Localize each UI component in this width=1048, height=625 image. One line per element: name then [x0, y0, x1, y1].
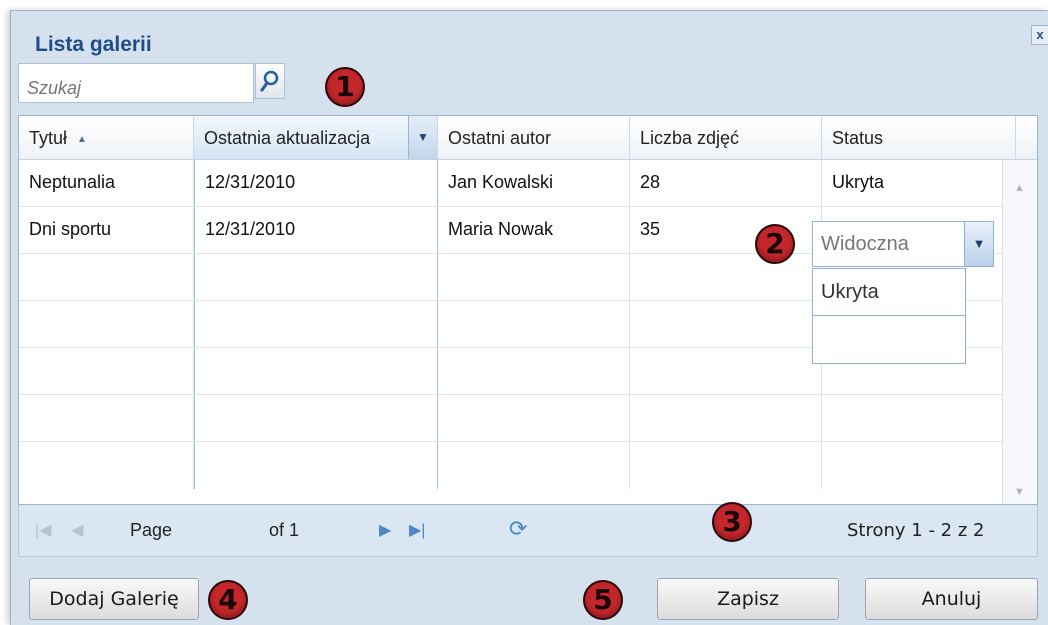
- cell-last-author[interactable]: Maria Nowak: [438, 207, 630, 253]
- page-count-label: of 1: [269, 520, 300, 540]
- table-row[interactable]: Neptunalia 12/31/2010 Jan Kowalski 28 Uk…: [19, 160, 1016, 207]
- callout-marker-4: 4: [208, 580, 248, 620]
- close-icon[interactable]: x: [1031, 25, 1048, 45]
- column-header-label: Tytuł: [29, 128, 68, 148]
- empty-cell: [438, 442, 630, 489]
- empty-cell: [438, 301, 630, 347]
- empty-cell: [19, 254, 194, 300]
- column-header-last-author[interactable]: Ostatni autor: [438, 116, 630, 160]
- pager-summary: Strony 1 - 2 z 2: [847, 520, 985, 541]
- sort-ascending-icon: ▲: [77, 134, 87, 145]
- empty-cell: [194, 254, 438, 300]
- vertical-scrollbar[interactable]: ▲ ▼: [1002, 160, 1037, 504]
- callout-marker-5: 5: [583, 580, 623, 620]
- empty-cell: [630, 254, 822, 300]
- cell-last-update[interactable]: 12/31/2010: [194, 160, 438, 206]
- column-header-title[interactable]: Tytuł ▲: [19, 116, 194, 160]
- refresh-icon[interactable]: ⟳: [509, 516, 527, 542]
- cell-title[interactable]: Neptunalia: [19, 160, 194, 206]
- search-icon: [260, 70, 279, 92]
- empty-cell: [438, 254, 630, 300]
- cell-last-author[interactable]: Jan Kowalski: [438, 160, 630, 206]
- callout-marker-2: 2: [755, 224, 795, 264]
- empty-cell: [630, 348, 822, 394]
- window-title: Lista galerii: [35, 33, 152, 56]
- column-header-photo-count[interactable]: Liczba zdjęć: [630, 116, 822, 160]
- page-label: Page: [130, 520, 173, 540]
- status-dropdown-list: Ukryta: [812, 268, 966, 364]
- cell-last-update[interactable]: 12/31/2010: [194, 207, 438, 253]
- empty-cell: [19, 348, 194, 394]
- column-header-filler: [1016, 116, 1037, 160]
- column-header-last-update[interactable]: Ostatnia aktualizacja ▼: [194, 116, 438, 160]
- cell-title[interactable]: Dni sportu: [19, 207, 194, 253]
- column-header-label: Status: [832, 128, 884, 148]
- first-page-icon[interactable]: |◀: [35, 520, 51, 540]
- callout-marker-3: 3: [712, 502, 752, 542]
- last-page-icon[interactable]: ▶|: [409, 520, 425, 540]
- status-option[interactable]: [813, 316, 965, 363]
- next-page-icon[interactable]: ▶: [379, 520, 391, 540]
- empty-cell: [194, 301, 438, 347]
- empty-row: [19, 395, 1016, 442]
- status-option[interactable]: Ukryta: [813, 269, 965, 316]
- callout-marker-1: 1: [325, 67, 365, 107]
- column-menu-chevron-down-icon[interactable]: ▼: [408, 116, 437, 159]
- previous-page-icon[interactable]: ◀: [71, 520, 83, 540]
- empty-cell: [630, 395, 822, 441]
- chevron-down-icon[interactable]: ▼: [964, 221, 994, 267]
- add-gallery-button[interactable]: Dodaj Galerię: [29, 578, 199, 620]
- empty-cell: [194, 442, 438, 489]
- empty-cell: [438, 395, 630, 441]
- column-header-label: Liczba zdjęć: [640, 128, 740, 148]
- column-header-label: Ostatni autor: [448, 128, 552, 148]
- cell-status[interactable]: Ukryta: [822, 160, 1016, 206]
- empty-cell: [822, 395, 1016, 441]
- empty-cell: [630, 442, 822, 489]
- empty-cell: [19, 442, 194, 489]
- scroll-up-icon[interactable]: ▲: [1014, 182, 1025, 194]
- empty-cell: [630, 301, 822, 347]
- pagination-toolbar: |◀ ◀ Page of 1 ▶ ▶| ⟳ Strony 1 - 2 z 2: [18, 505, 1038, 557]
- empty-cell: [822, 442, 1016, 489]
- search-button[interactable]: [255, 63, 285, 99]
- column-header-label: Ostatnia aktualizacja: [204, 128, 371, 148]
- column-header-status[interactable]: Status: [822, 116, 1016, 160]
- empty-cell: [194, 348, 438, 394]
- save-button[interactable]: Zapisz: [657, 578, 839, 620]
- search-input[interactable]: [18, 63, 254, 103]
- empty-cell: [438, 348, 630, 394]
- cancel-button[interactable]: Anuluj: [865, 578, 1038, 620]
- empty-cell: [19, 301, 194, 347]
- empty-cell: [19, 395, 194, 441]
- empty-cell: [194, 395, 438, 441]
- cell-photo-count[interactable]: 28: [630, 160, 822, 206]
- empty-row: [19, 442, 1016, 489]
- scroll-down-icon[interactable]: ▼: [1014, 486, 1025, 498]
